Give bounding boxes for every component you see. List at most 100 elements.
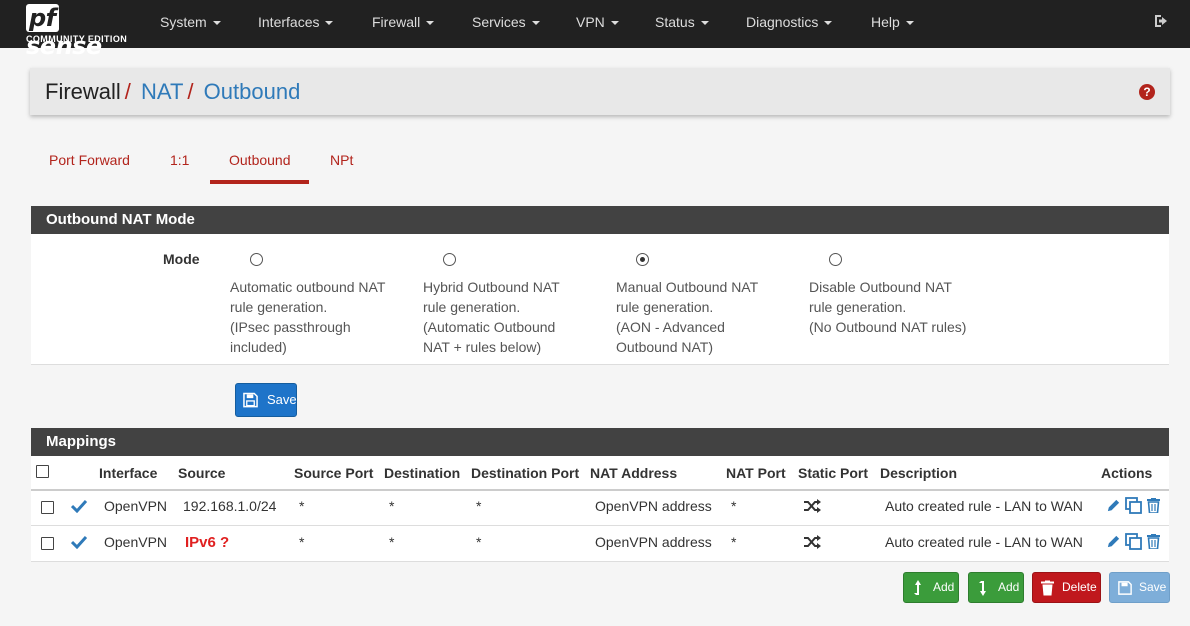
mappings-save-label: Save — [1139, 580, 1167, 594]
radio-automatic[interactable] — [250, 253, 263, 266]
nav-services[interactable]: Services — [472, 0, 540, 48]
trash-icon[interactable] — [1147, 534, 1160, 549]
cell-destination-port: * — [476, 534, 482, 550]
delete-label: Delete — [1062, 580, 1097, 594]
cell-description: Auto created rule - LAN to WAN — [885, 534, 1083, 550]
shuffle-icon — [804, 535, 821, 549]
add-rule-top-button[interactable]: Add — [903, 572, 959, 603]
nav-services-label: Services — [472, 14, 526, 30]
cell-destination: * — [389, 498, 395, 514]
copy-icon[interactable] — [1125, 533, 1143, 551]
copy-icon[interactable] — [1125, 497, 1143, 515]
enabled-check-icon — [71, 499, 87, 513]
option-line: rule generation. — [616, 299, 714, 315]
mode-label: Mode — [163, 251, 200, 267]
chevron-down-icon — [212, 21, 221, 26]
mode-save-label: Save — [267, 392, 297, 407]
chevron-down-icon — [824, 21, 833, 26]
nav-system[interactable]: System — [160, 0, 221, 48]
logo-wordmark: pfsense — [26, 4, 134, 60]
cell-nat-port: * — [731, 498, 737, 514]
pencil-icon[interactable] — [1106, 498, 1121, 513]
help-icon[interactable]: ? — [1139, 84, 1155, 100]
row-select-checkbox[interactable] — [41, 537, 54, 550]
option-line: Manual Outbound NAT — [616, 279, 759, 295]
add-top-label: Add — [933, 580, 955, 594]
cell-source-port: * — [299, 534, 305, 550]
nav-diagnostics-label: Diagnostics — [746, 14, 819, 30]
add-rule-bottom-button[interactable]: Add — [968, 572, 1024, 603]
mode-save-button[interactable]: Save — [235, 383, 297, 417]
tab-outbound[interactable]: Outbound — [229, 152, 291, 168]
row-divider — [31, 525, 1169, 526]
level-down-icon — [979, 580, 986, 596]
nav-firewall-label: Firewall — [372, 14, 421, 30]
top-navbar: pfsense COMMUNITY EDITION System Interfa… — [0, 0, 1190, 60]
nav-vpn[interactable]: VPN — [576, 0, 619, 48]
chevron-down-icon — [905, 21, 914, 26]
cell-source: 192.168.1.0/24 — [183, 498, 277, 514]
nav-status-label: Status — [655, 14, 695, 30]
breadcrumb: Firewall / NAT / Outbound — [45, 79, 300, 105]
sign-out-icon[interactable] — [1153, 13, 1169, 29]
active-tab-indicator — [210, 180, 309, 184]
row-select-checkbox[interactable] — [41, 501, 54, 514]
save-icon — [1118, 580, 1132, 595]
column-nat-port: NAT Port — [726, 465, 786, 481]
add-bottom-label: Add — [998, 580, 1020, 594]
mappings-heading: Mappings — [31, 428, 1169, 456]
option-line: (IPsec passthrough — [230, 319, 351, 335]
radio-disable-description: Disable Outbound NAT rule generation. (N… — [809, 277, 1009, 337]
delete-button[interactable]: Delete — [1032, 572, 1101, 603]
nav-status[interactable]: Status — [655, 0, 709, 48]
breadcrumb-separator: / — [187, 79, 194, 104]
breadcrumb-nat[interactable]: NAT — [141, 79, 183, 104]
enabled-check-icon — [71, 535, 87, 549]
page-header: Firewall / NAT / Outbound ? — [30, 68, 1170, 115]
column-destination-port: Destination Port — [471, 465, 580, 481]
column-source: Source — [178, 465, 226, 481]
radio-manual[interactable] — [636, 253, 649, 266]
option-line: Automatic outbound NAT — [230, 279, 386, 295]
pencil-icon[interactable] — [1106, 534, 1121, 549]
nav-help[interactable]: Help — [871, 0, 914, 48]
option-line: Outbound NAT) — [616, 339, 714, 355]
cell-source: IPv6 ? — [185, 534, 230, 551]
column-destination: Destination — [384, 465, 461, 481]
trash-icon[interactable] — [1147, 498, 1160, 513]
outbound-nat-mode-heading: Outbound NAT Mode — [31, 206, 1169, 234]
option-line: rule generation. — [809, 299, 907, 315]
option-line: (No Outbound NAT rules) — [809, 319, 967, 335]
chevron-down-icon — [531, 21, 540, 26]
level-up-icon — [914, 579, 921, 595]
column-interface: Interface — [99, 465, 158, 481]
cell-nat-address: OpenVPN address — [595, 534, 712, 550]
option-line: NAT + rules below) — [423, 339, 542, 355]
tab-port-forward[interactable]: Port Forward — [49, 152, 130, 168]
column-nat-address: NAT Address — [590, 465, 678, 481]
nav-firewall[interactable]: Firewall — [372, 0, 435, 48]
header-divider — [31, 489, 1169, 491]
tab-npt[interactable]: NPt — [330, 152, 353, 168]
breadcrumb-separator: / — [124, 79, 131, 104]
nav-diagnostics[interactable]: Diagnostics — [746, 0, 833, 48]
tab-one-to-one[interactable]: 1:1 — [170, 152, 189, 168]
breadcrumb-outbound[interactable]: Outbound — [204, 79, 301, 104]
pfsense-logo[interactable]: pfsense COMMUNITY EDITION — [26, 4, 134, 60]
mappings-save-button[interactable]: Save — [1109, 572, 1170, 603]
nav-help-label: Help — [871, 14, 900, 30]
nav-interfaces[interactable]: Interfaces — [258, 0, 334, 48]
nav-vpn-label: VPN — [576, 14, 605, 30]
select-all-checkbox[interactable] — [36, 465, 49, 478]
breadcrumb-firewall: Firewall — [45, 79, 121, 104]
column-description: Description — [880, 465, 958, 481]
radio-hybrid[interactable] — [443, 253, 456, 266]
radio-disable[interactable] — [829, 253, 842, 266]
cell-interface: OpenVPN — [104, 498, 168, 514]
column-static-port: Static Port — [798, 465, 869, 481]
option-line: rule generation. — [423, 299, 521, 315]
option-line: (AON - Advanced — [616, 319, 725, 335]
column-actions: Actions — [1101, 465, 1153, 481]
chevron-down-icon — [700, 21, 709, 26]
chevron-down-icon — [610, 21, 619, 26]
